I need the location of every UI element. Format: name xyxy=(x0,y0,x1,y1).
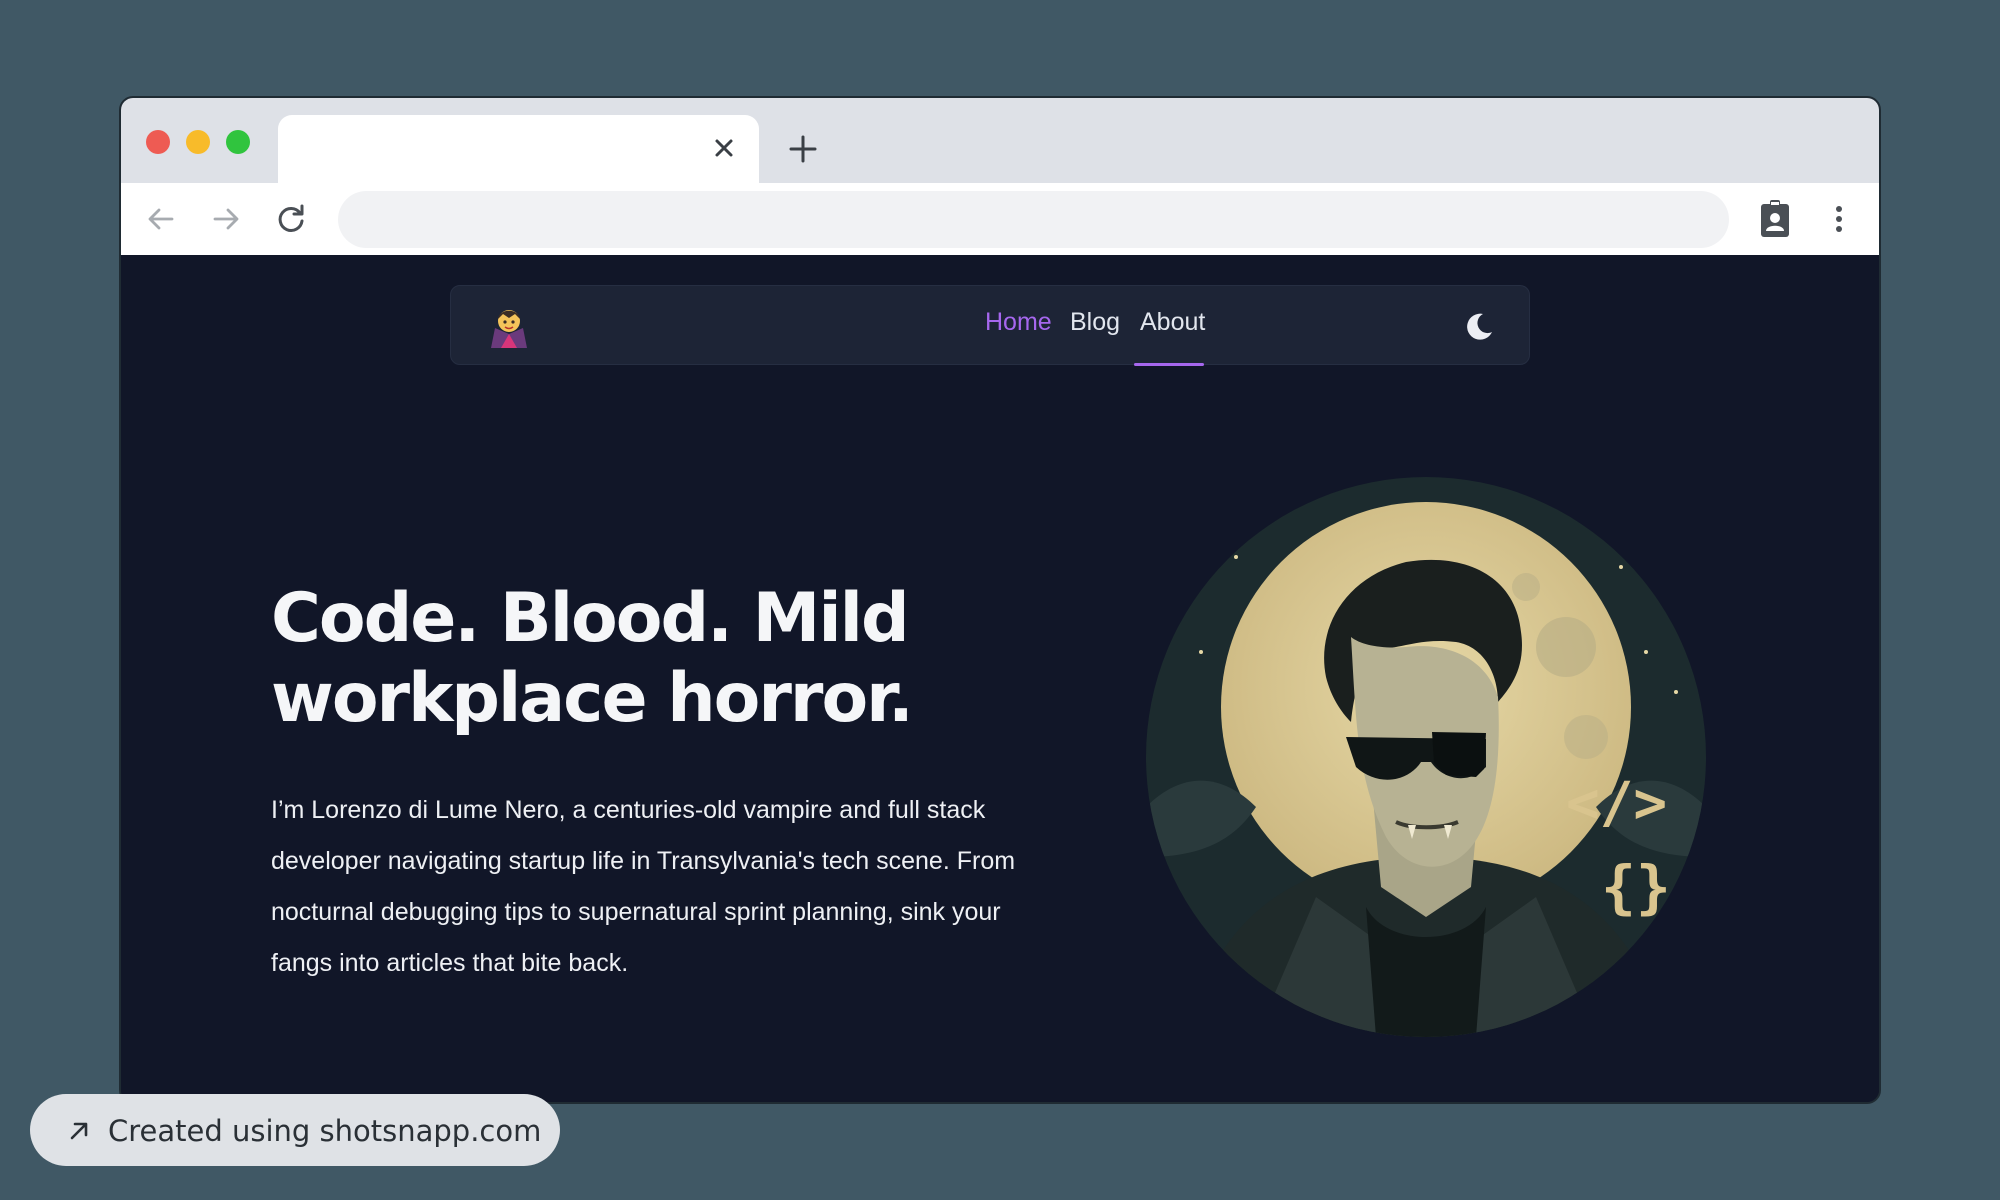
tab-bar xyxy=(121,98,1879,185)
badge-text: Created using shotsnapp.com xyxy=(108,1114,542,1148)
address-bar[interactable] xyxy=(338,191,1729,248)
maximize-window-button[interactable] xyxy=(226,130,250,154)
shotsnapp-credit-badge[interactable]: Created using shotsnapp.com xyxy=(30,1094,560,1166)
portrait-code-symbol: </> xyxy=(1566,771,1667,836)
page-viewport: Home Blog About Code. Blood. Mild workpl… xyxy=(121,255,1879,1102)
close-tab-icon[interactable] xyxy=(709,133,739,163)
portrait-braces-symbol: {} xyxy=(1601,853,1671,921)
nav-link-about[interactable]: About xyxy=(1140,308,1205,337)
moon-icon[interactable] xyxy=(1463,310,1495,342)
external-link-arrow-icon xyxy=(70,1122,88,1140)
site-navbar: Home Blog About xyxy=(450,285,1530,366)
browser-toolbar xyxy=(121,183,1879,255)
forward-icon[interactable] xyxy=(208,201,244,237)
browser-menu-icon[interactable] xyxy=(1821,201,1857,237)
vampire-portrait-image: </> {} xyxy=(1146,477,1706,1037)
browser-tab[interactable] xyxy=(278,115,759,185)
hero-headline-line1: Code. Blood. Mild xyxy=(271,579,910,658)
hero-intro: I’m Lorenzo di Lume Nero, a centuries-ol… xyxy=(271,796,1016,977)
vampire-emoji-icon[interactable] xyxy=(487,304,531,350)
back-icon[interactable] xyxy=(143,201,179,237)
new-tab-icon[interactable] xyxy=(784,130,822,168)
hero-headline: Code. Blood. Mild workplace horror. xyxy=(271,579,1031,739)
minimize-window-button[interactable] xyxy=(186,130,210,154)
nav-link-blog[interactable]: Blog xyxy=(1070,308,1120,337)
close-window-button[interactable] xyxy=(146,130,170,154)
hero-headline-line2: workplace horror. xyxy=(271,659,914,738)
active-nav-indicator xyxy=(1134,363,1204,366)
browser-window: Home Blog About Code. Blood. Mild workpl… xyxy=(119,96,1881,1104)
nav-link-home[interactable]: Home xyxy=(985,308,1052,337)
profile-badge-icon[interactable] xyxy=(1755,198,1795,240)
reload-icon[interactable] xyxy=(273,201,309,237)
